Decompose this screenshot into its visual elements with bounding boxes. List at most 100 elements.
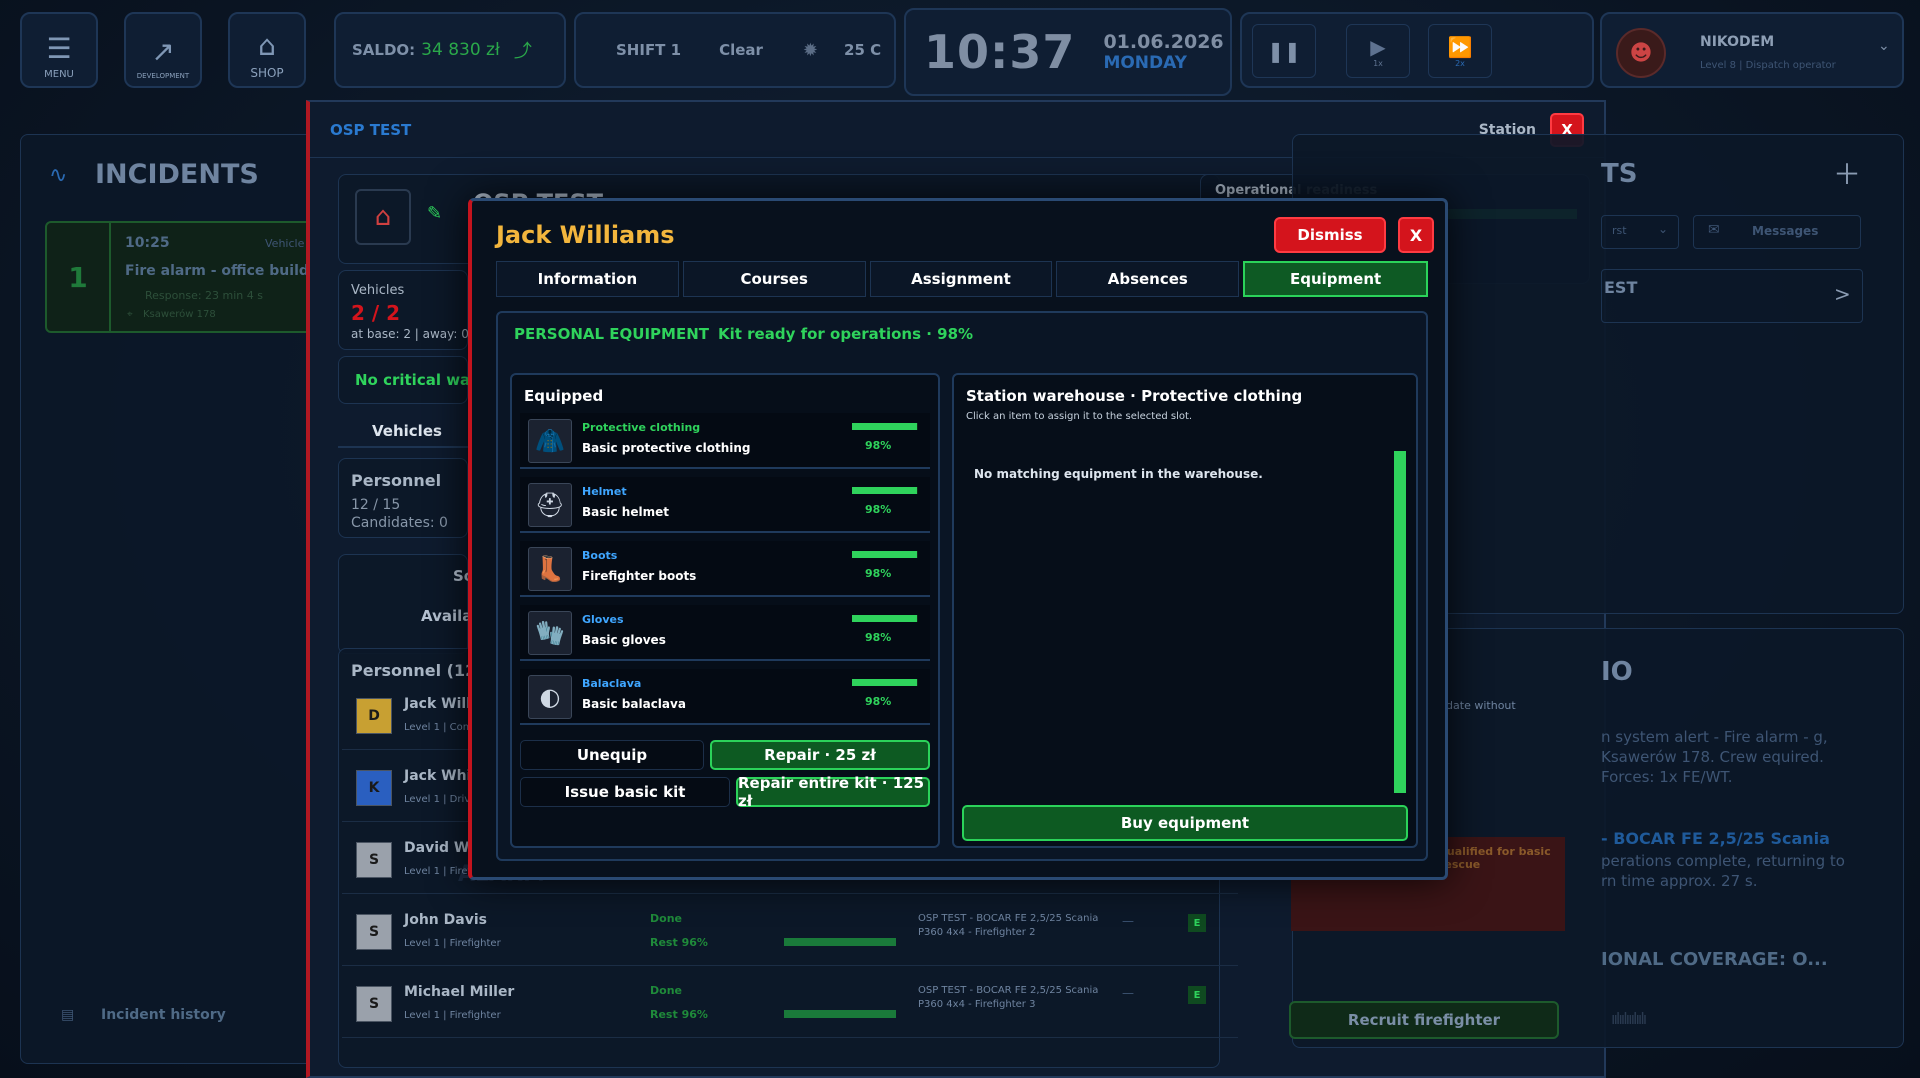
slot-type: Balaclava (582, 677, 642, 690)
location-pin-icon: ⌖ (127, 309, 133, 320)
waveform-icon: ıılıılııılıılı (1611, 1009, 1647, 1028)
equipment-slot[interactable]: ⛑ Helmet Basic helmet 98% (520, 477, 930, 533)
radio-message-3: perations complete, returning to rn time… (1601, 852, 1845, 890)
incidents-title: INCIDENTS (95, 159, 259, 190)
incidents-panel: ∿ INCIDENTS 1 10:25 Vehicle Fire alarm -… (20, 134, 335, 1064)
user-role: Level 8 | Dispatch operator (1700, 60, 1836, 71)
warehouse-box: Station warehouse · Protective clothing … (952, 373, 1418, 848)
repair-button[interactable]: Repair · 25 zł (710, 740, 930, 770)
equipment-slot[interactable]: ◐ Balaclava Basic balaclava 98% (520, 669, 930, 725)
qualified-note: qualified for basic rescue (1439, 845, 1551, 871)
balance-box: SALDO: 34 830 zł ⤴ (334, 12, 566, 88)
kit-status: Kit ready for operations · 98% (718, 325, 974, 343)
balance-trend-icon: ⤴ (513, 41, 532, 62)
balance-value: 34 830 zł (421, 40, 500, 60)
history-icon: ▤ (61, 1007, 75, 1023)
radio-message-2: - BOCAR FE 2,5/25 Scania (1601, 829, 1830, 848)
modal-tabs: Information Courses Assignment Absences … (496, 261, 1428, 297)
tab-equipment[interactable]: Equipment (1243, 261, 1428, 297)
incident-history-link[interactable]: Incident history (101, 1007, 226, 1023)
personnel-row[interactable]: S John Davis Level 1 | Firefighter Done Rest… (342, 900, 1238, 966)
personnel-list-title: Personnel (12) (351, 661, 484, 680)
buy-equipment-button[interactable]: Buy equipment (962, 805, 1408, 841)
rank-badge: D (356, 698, 392, 734)
messages-button[interactable]: ✉ Messages (1693, 215, 1861, 249)
fast-forward-button[interactable]: ⏩ 2x (1428, 24, 1492, 78)
station-window-title: OSP TEST (330, 120, 412, 139)
station-list-item-name: EST (1604, 278, 1638, 297)
warehouse-scrollbar[interactable] (1394, 451, 1406, 793)
fast-forward-icon: ⏩ (1447, 34, 1473, 59)
repair-entire-kit-button[interactable]: Repair entire kit · 125 zł (736, 774, 930, 810)
pause-icon: ❚❚ (1267, 39, 1301, 63)
personnel-row[interactable]: S Michael Miller Level 1 | Firefighter Done… (342, 972, 1238, 1038)
station-list-item[interactable]: EST > (1601, 269, 1863, 323)
dismiss-button[interactable]: Dismiss (1274, 217, 1386, 253)
user-name: NIKODEM (1700, 34, 1775, 50)
menu-button[interactable]: ☰ MENU (20, 12, 98, 88)
rest-bar (784, 938, 896, 946)
incident-item[interactable]: 1 10:25 Vehicle Fire alarm - office buil… (45, 221, 335, 333)
helmet-icon: ⛑ (528, 483, 572, 527)
vehicles-card: Vehicles 2 / 2 at base: 2 | away: 0 (338, 270, 469, 350)
radio-panel-title: IO (1601, 657, 1633, 687)
recruit-button[interactable]: Recruit firefighter (1289, 1001, 1559, 1039)
condition-percent: 98% (865, 503, 892, 516)
filter-select[interactable]: rst ⌄ (1601, 215, 1679, 249)
dash-icon: — (1122, 914, 1134, 928)
equipment-slot[interactable]: 🧤 Gloves Basic gloves 98% (520, 605, 930, 661)
unequip-button[interactable]: Unequip (520, 740, 704, 770)
rank-badge: S (356, 842, 392, 878)
issue-basic-kit-button[interactable]: Issue basic kit (520, 777, 730, 807)
slot-type: Helmet (582, 485, 627, 498)
modal-close-button[interactable]: X (1398, 217, 1434, 253)
radio-message-1: n system alert - Fire alarm - g, Ksaweró… (1601, 728, 1828, 786)
development-button[interactable]: ↗ DEVELOPMENT (124, 12, 202, 88)
rank-badge: S (356, 986, 392, 1022)
edit-pencil-icon[interactable]: ✎ (427, 203, 442, 224)
personnel-label: Personnel (351, 471, 442, 490)
slot-item-name: Basic helmet (582, 505, 669, 519)
messages-panel-title: TS (1601, 159, 1638, 189)
filter-select-value: rst (1612, 224, 1627, 237)
add-plus-icon[interactable]: ＋ (1833, 153, 1861, 193)
incident-number: 1 (47, 223, 111, 331)
condition-bar (852, 551, 918, 558)
unequip-label: Unequip (576, 746, 648, 764)
speed-1-label: 1x (1373, 58, 1383, 68)
tab-information[interactable]: Information (496, 261, 679, 297)
clock-weekday: MONDAY (1103, 53, 1187, 73)
user-box[interactable]: ☻ NIKODEM Level 8 | Dispatch operator ⌄ (1600, 12, 1904, 88)
person-name: John Davis (404, 912, 487, 928)
tab-assignment[interactable]: Assignment (869, 261, 1053, 297)
clock-box: 10:37 01.06.2026 MONDAY (904, 8, 1232, 96)
shift-label: SHIFT 1 (616, 41, 682, 59)
chevron-down-icon: ⌄ (1878, 38, 1890, 54)
modal-title: Jack Williams (496, 221, 675, 249)
rank-badge: K (356, 770, 392, 806)
vehicles-sub: at base: 2 | away: 0 (351, 327, 469, 341)
tab-courses[interactable]: Courses (682, 261, 866, 297)
tab-vehicles[interactable]: Vehicles (338, 416, 468, 448)
person-level: Level 1 | Com (404, 722, 473, 733)
clock-time: 10:37 (924, 25, 1076, 79)
envelope-icon: ✉ (1708, 222, 1720, 238)
recruit-label: Recruit firefighter (1347, 1011, 1501, 1029)
incident-response: Response: 23 min 4 s (145, 289, 263, 302)
person-level: Level 1 | Firefighter (404, 1010, 501, 1021)
shop-button[interactable]: ⌂ SHOP (228, 12, 306, 88)
person-assignment: OSP TEST - BOCAR FE 2,5/25 Scania P360 4… (918, 913, 1099, 938)
equipment-badge: E (1188, 986, 1206, 1004)
pause-button[interactable]: ❚❚ (1252, 24, 1316, 78)
rest-bar (784, 1010, 896, 1018)
tab-absences[interactable]: Absences (1056, 261, 1240, 297)
equipment-panel: PERSONAL EQUIPMENT Kit ready for operati… (496, 311, 1428, 861)
play-button[interactable]: ▶ 1x (1346, 24, 1410, 78)
tab-label: Absences (1107, 270, 1188, 288)
person-status: Done (650, 984, 682, 997)
equipment-slot[interactable]: 👢 Boots Firefighter boots 98% (520, 541, 930, 597)
equipment-slot[interactable]: 🧥 Protective clothing Basic protective clo… (520, 413, 930, 469)
speed-controls: ❚❚ ▶ 1x ⏩ 2x (1240, 12, 1594, 88)
avatar: ☻ (1616, 28, 1666, 78)
tab-label: Courses (740, 270, 808, 288)
